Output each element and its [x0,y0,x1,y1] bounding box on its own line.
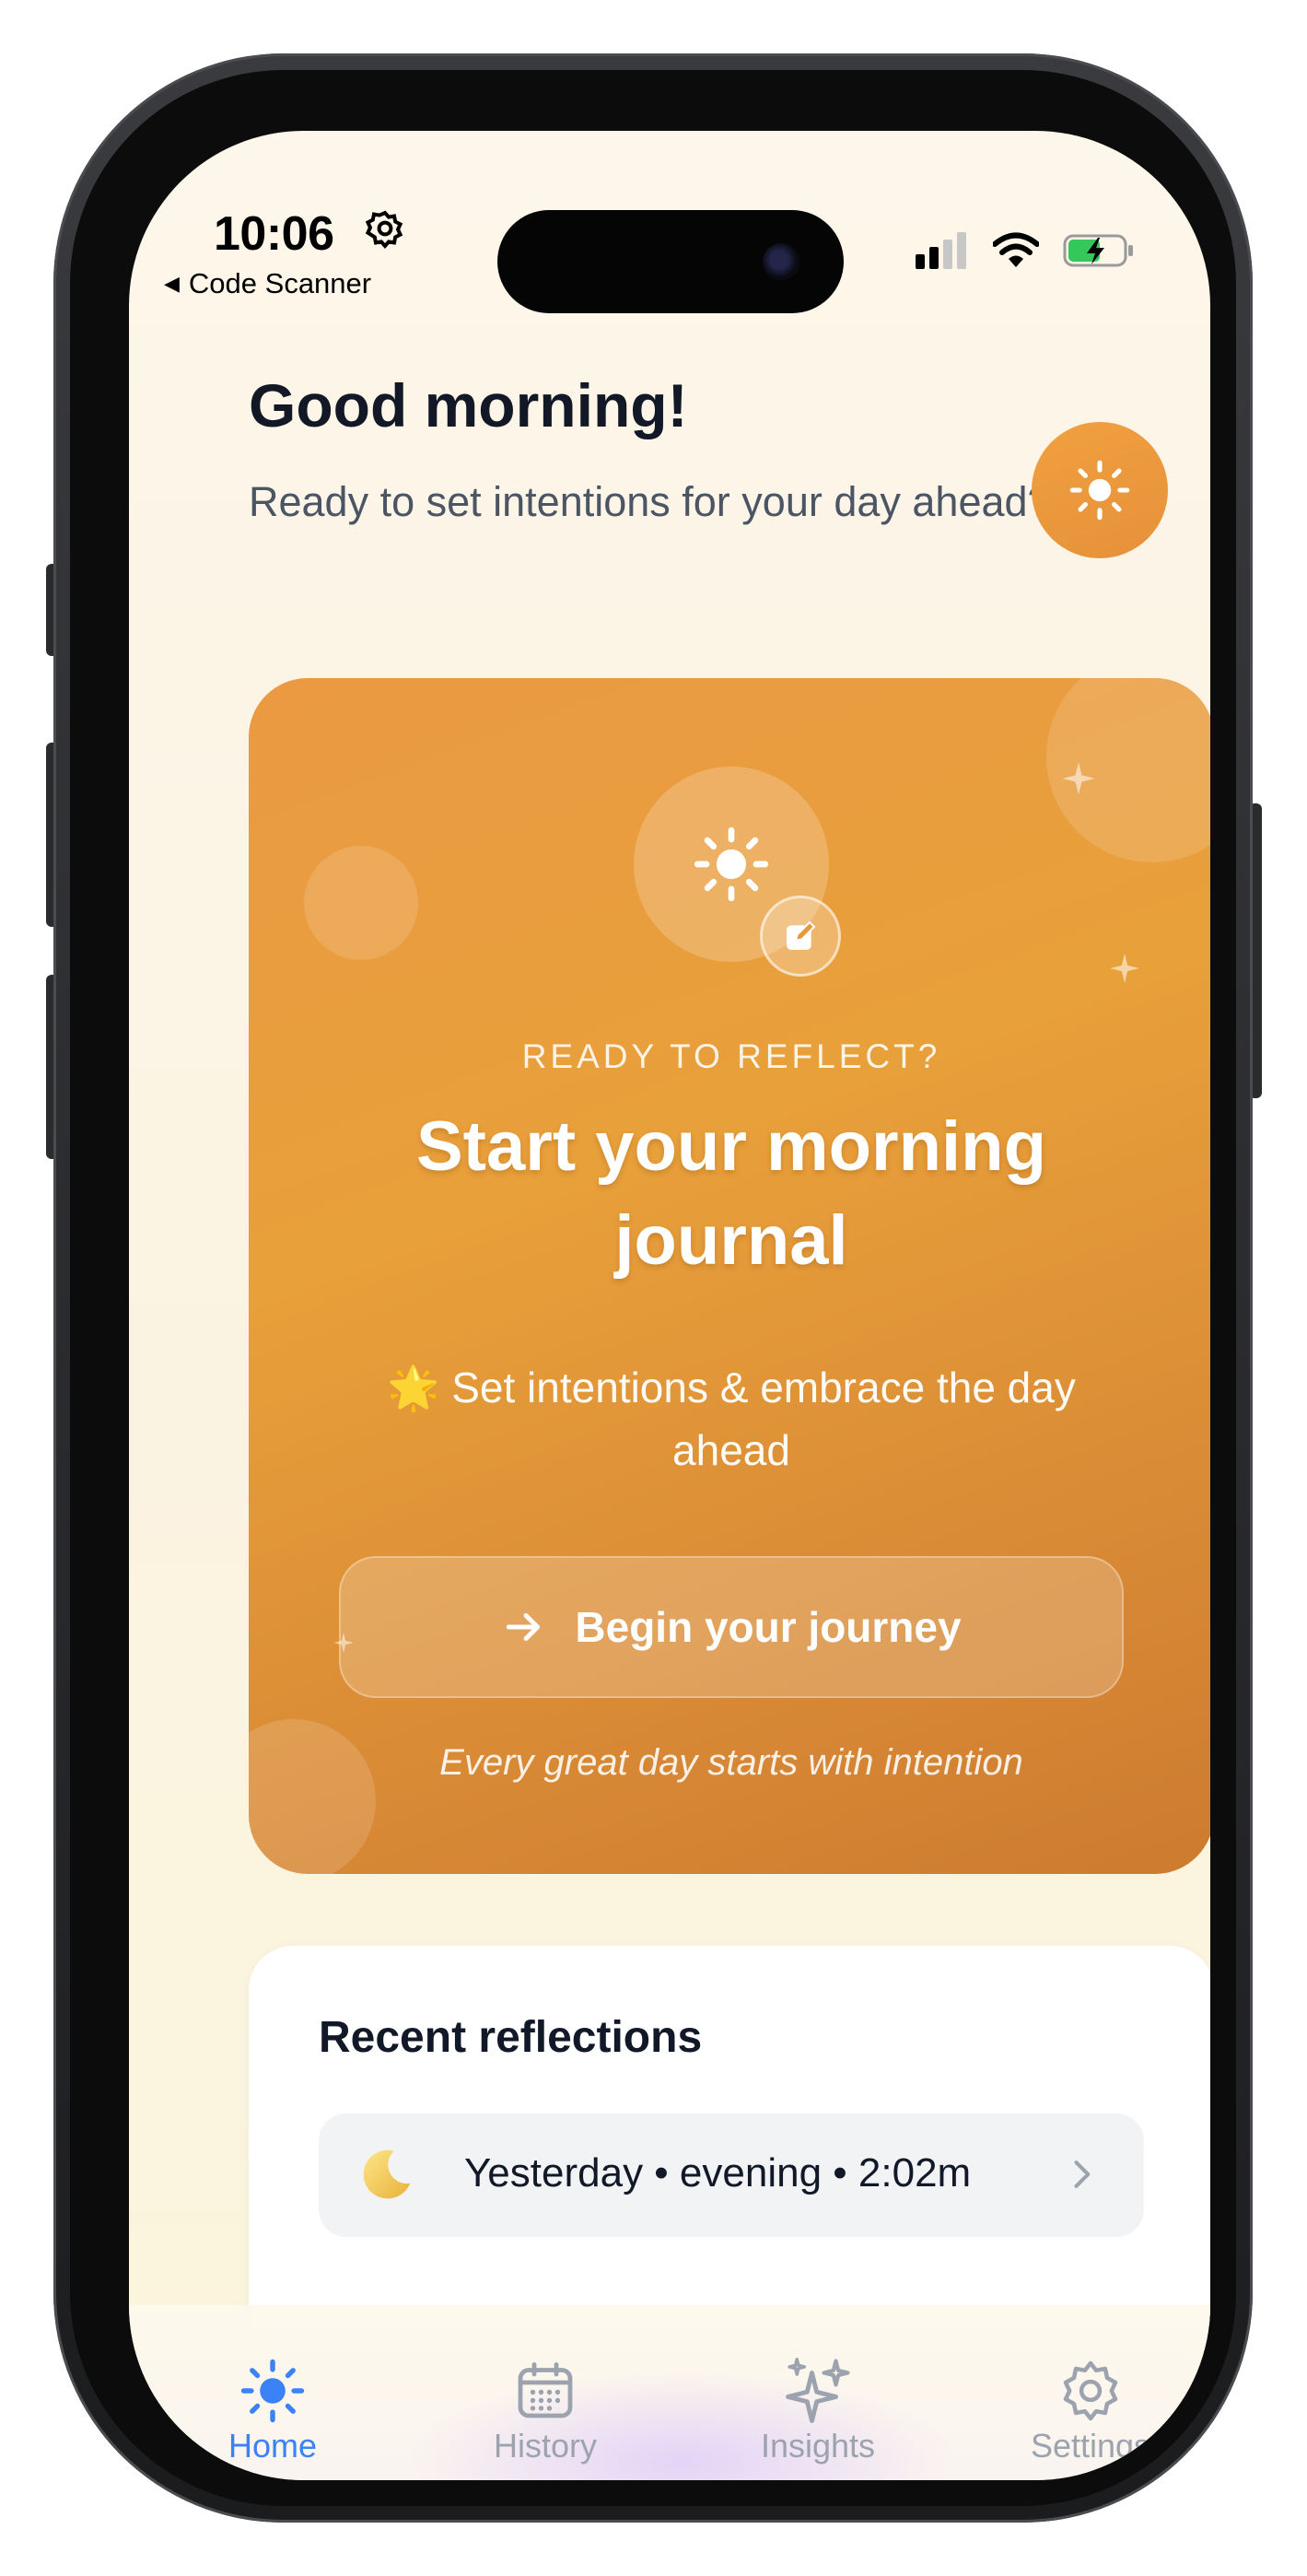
back-app-label: Code Scanner [188,267,372,299]
reflection-list-item[interactable]: Yesterday • evening • 2:02m [319,2113,1144,2237]
battery-icon [1063,234,1133,267]
arrow-right-icon [507,1613,541,1641]
signal-icon [916,232,966,269]
chevron-right-icon [1074,2160,1091,2188]
phone-frame: 10:06 ◀ Code Scanner Good morning! Ready… [53,53,1253,2523]
sun-icon [694,826,769,902]
decor-bubble [304,846,418,960]
card-title: Start your morning journal [415,1107,1047,1280]
begin-journey-label: Begin your journey [575,1603,962,1651]
sparkle-icon [1110,954,1139,983]
card-footnote: Every great day starts with intention [439,1742,1023,1783]
back-triangle-icon: ◀ [164,272,180,295]
gear-icon [1063,2360,1118,2421]
sun-icon [240,2359,305,2423]
tab-history[interactable]: History [435,2355,656,2465]
greeting-subtitle: Ready to set intentions for your day ahe… [249,478,1051,525]
edit-icon [787,920,816,950]
app-screen: 10:06 ◀ Code Scanner Good morning! Ready… [129,131,1210,2480]
greeting-title: Good morning! [249,371,688,439]
wifi-icon [993,232,1039,267]
glowing-star-icon: 🌟 [387,1364,440,1411]
gear-status-icon [365,210,403,250]
card-eyebrow: READY TO REFLECT? [521,1037,941,1075]
begin-journey-button[interactable]: Begin your journey [339,1556,1124,1698]
moon-icon [363,2149,411,2199]
card-subtitle-text: Set intentions & embrace the day ahead [451,1364,1076,1474]
back-to-app-link[interactable]: ◀ Code Scanner [164,267,371,300]
tab-home-label: Home [228,2427,318,2465]
phone-bezel: 10:06 ◀ Code Scanner Good morning! Ready… [70,70,1236,2506]
sparkles-icon [786,2358,850,2423]
decor-bubble [249,1719,376,1874]
recent-reflections-title: Recent reflections [319,2013,703,2062]
tab-settings[interactable]: Settings [980,2355,1201,2465]
reflection-item-label: Yesterday • evening • 2:02m [464,2150,972,2195]
camera-icon [763,243,799,280]
time-of-day-badge[interactable] [1032,422,1168,558]
dynamic-island [497,210,844,313]
recent-reflections-card: Recent reflections Yesterday • evening •… [249,1946,1210,2351]
card-subtitle: 🌟 Set intentions & embrace the day ahead [341,1356,1122,1481]
sun-icon [1069,460,1130,521]
sparkle-icon [1062,762,1095,795]
calendar-icon [518,2362,573,2418]
tab-insights[interactable]: Insights [707,2355,928,2465]
edit-badge [760,896,841,977]
morning-journal-card[interactable]: READY TO REFLECT? Start your morning jou… [249,678,1210,1874]
tab-settings-label: Settings [1030,2427,1151,2465]
tab-history-label: History [493,2427,597,2465]
tab-home[interactable]: Home [162,2355,383,2465]
tab-insights-label: Insights [760,2427,876,2465]
status-time: 10:06 [214,207,334,261]
status-icons [916,232,1137,269]
